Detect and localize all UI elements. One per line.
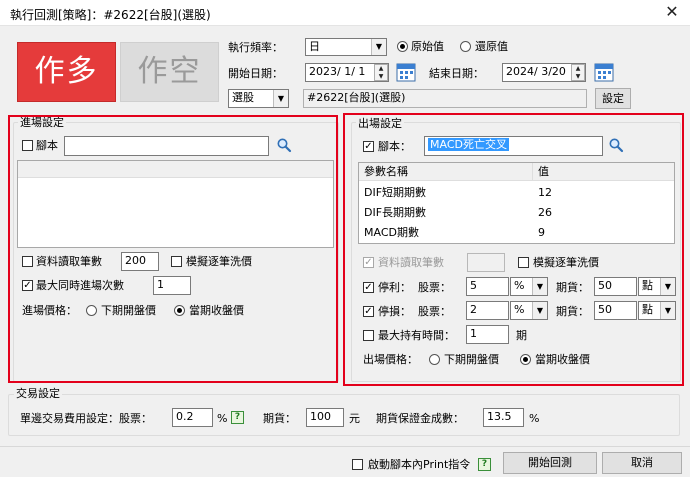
frequency-label: 執行頻率： <box>228 41 283 54</box>
scope-value: 選股 <box>232 91 254 104</box>
scope-select[interactable]: 選股 ▼ <box>228 89 289 108</box>
chevron-down-icon: ▼ <box>273 90 288 107</box>
exit-highlight-box <box>343 113 684 386</box>
chevron-down-icon: ▼ <box>371 39 386 55</box>
fee-futures-label: 期貨： <box>263 412 296 425</box>
trade-group-title: 交易設定 <box>14 387 62 401</box>
original-price-label: 原始值 <box>411 40 444 53</box>
margin-unit: % <box>529 412 540 425</box>
start-date-field[interactable]: 2023/ 1/ 1 ▲ ▼ <box>305 63 389 82</box>
fee-stock-unit: % <box>217 412 228 425</box>
close-icon[interactable]: ✕ <box>662 2 682 22</box>
cancel-button[interactable]: 取消 <box>602 452 682 474</box>
end-date-spinner[interactable]: ▲ ▼ <box>571 64 585 81</box>
start-backtest-button[interactable]: 開始回測 <box>503 452 597 474</box>
long-mode-button[interactable]: 作多 <box>17 42 116 102</box>
fee-futures-input[interactable]: 100 <box>306 408 344 427</box>
fee-futures-unit: 元 <box>349 412 360 425</box>
restored-price-label: 還原值 <box>475 40 508 53</box>
calendar-icon[interactable] <box>396 62 416 82</box>
window-title: 執行回測[策略]：#2622[台股](選股) <box>10 8 211 22</box>
print-command-label: 啟動腳本內Print指令 <box>368 458 471 471</box>
start-date-label: 開始日期： <box>228 67 283 80</box>
margin-input[interactable]: 13.5 <box>483 408 524 427</box>
calendar-icon[interactable] <box>594 62 614 82</box>
frequency-value: 日 <box>309 40 320 53</box>
short-mode-button[interactable]: 作空 <box>120 42 219 102</box>
title-bar: 執行回測[策略]：#2622[台股](選股) ✕ <box>0 0 690 26</box>
end-date-value: 2024/ 3/20 <box>506 65 566 78</box>
print-command-checkbox[interactable] <box>352 459 363 470</box>
restored-price-radio[interactable] <box>460 41 471 52</box>
original-price-radio[interactable] <box>397 41 408 52</box>
help-icon[interactable]: ? <box>231 411 244 424</box>
settings-button[interactable]: 設定 <box>595 88 631 109</box>
scope-target-value: #2622[台股](選股) <box>307 91 406 104</box>
end-date-field[interactable]: 2024/ 3/20 ▲ ▼ <box>502 63 586 82</box>
start-date-value: 2023/ 1/ 1 <box>309 65 366 78</box>
margin-label: 期貨保證金成數： <box>376 412 464 425</box>
end-date-label: 結束日期： <box>429 67 484 80</box>
entry-highlight-box <box>8 115 338 383</box>
fee-stock-input[interactable]: 0.2 <box>172 408 213 427</box>
fee-label: 單邊交易費用設定：股票： <box>20 412 152 425</box>
frequency-select[interactable]: 日 ▼ <box>305 38 387 56</box>
start-date-spinner[interactable]: ▲ ▼ <box>374 64 388 81</box>
help-icon[interactable]: ? <box>478 458 491 471</box>
scope-target-field: #2622[台股](選股) <box>303 89 587 108</box>
